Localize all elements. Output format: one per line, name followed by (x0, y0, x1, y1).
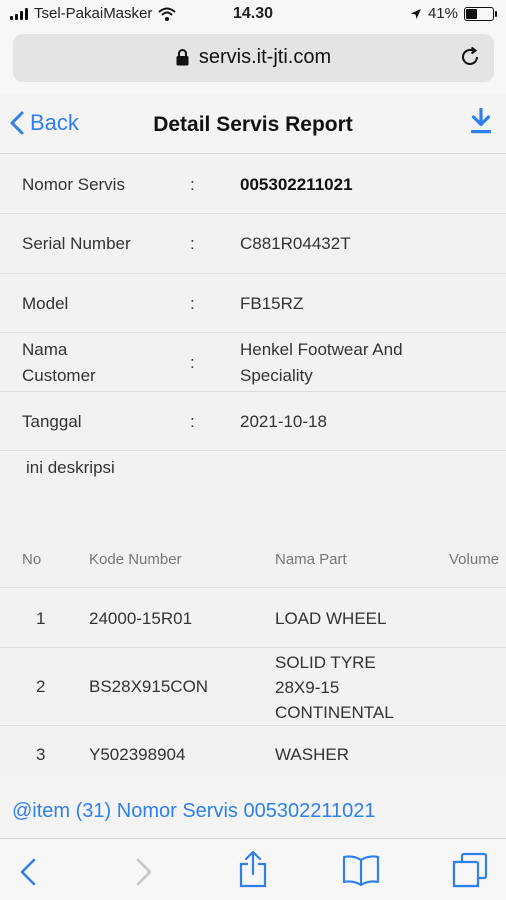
cell-no: 2 (36, 677, 46, 696)
detail-value: C881R04432T (240, 234, 351, 253)
battery-percent: 41% (427, 5, 458, 22)
detail-label: Tanggal (22, 412, 82, 431)
header-volume: Volume (449, 551, 500, 568)
location-arrow-icon (410, 8, 421, 19)
detail-row-serial-number: Serial Number : C881R04432T (0, 214, 506, 274)
forward-arrow-icon[interactable] (134, 858, 154, 886)
reload-icon[interactable] (458, 45, 482, 69)
header-kode-number: Kode Number (89, 551, 182, 568)
detail-colon: : (190, 294, 195, 313)
lock-icon (176, 49, 189, 66)
tabs-icon[interactable] (452, 852, 488, 888)
browser-address-area: servis.it-jti.com (0, 30, 506, 94)
detail-value: 005302211021 (240, 175, 353, 194)
detail-row-nama-customer: Nama Customer : Henkel Footwear And Spec… (0, 333, 506, 392)
detail-value: Henkel Footwear And Speciality (240, 340, 403, 385)
header-nama-part: Nama Part (275, 551, 347, 568)
detail-value: FB15RZ (240, 294, 304, 313)
item-link[interactable]: @item (31) Nomor Servis 005302211021 (12, 800, 375, 823)
detail-list: Nomor Servis : 005302211021 Serial Numbe… (0, 155, 506, 451)
battery-icon (464, 6, 497, 21)
cell-no: 1 (36, 609, 46, 628)
detail-label: Model (22, 294, 69, 313)
detail-colon: : (190, 353, 195, 372)
status-bar: Tsel-PakaiMasker 14.30 41% (0, 0, 506, 30)
cell-kode: Y502398904 (89, 745, 186, 764)
parts-table: No Kode Number Nama Part Volume 1 24000-… (0, 530, 506, 782)
url-bar[interactable]: servis.it-jti.com (13, 34, 494, 82)
download-icon[interactable] (470, 108, 492, 134)
nav-bar: Back Detail Servis Report (0, 94, 506, 154)
table-row: 2 BS28X915CON SOLID TYRE 28X9-15 CONTINE… (0, 648, 506, 726)
service-description: ini deskripsi (26, 458, 115, 477)
table-row: 1 24000-15R01 LOAD WHEEL (0, 588, 506, 648)
detail-value: 2021-10-18 (240, 412, 327, 431)
detail-label: Serial Number (22, 234, 131, 253)
back-arrow-icon[interactable] (18, 858, 38, 886)
cell-nama: WASHER (275, 745, 349, 764)
cell-nama: LOAD WHEEL (275, 609, 387, 628)
browser-toolbar (0, 840, 506, 900)
bookmarks-icon[interactable] (342, 854, 380, 886)
cell-kode: BS28X915CON (89, 677, 209, 696)
header-no: No (22, 551, 42, 568)
detail-row-nomor-servis: Nomor Servis : 005302211021 (0, 155, 506, 214)
detail-label: Nama Customer (22, 340, 96, 385)
detail-label: Nomor Servis (22, 175, 125, 194)
share-icon[interactable] (238, 850, 268, 888)
detail-colon: : (190, 412, 195, 431)
detail-colon: : (190, 234, 195, 253)
cell-kode: 24000-15R01 (89, 609, 193, 628)
table-row: 3 Y502398904 WASHER (0, 726, 506, 782)
url-text: servis.it-jti.com (198, 46, 332, 68)
detail-row-tanggal: Tanggal : 2021-10-18 (0, 392, 506, 451)
detail-row-model: Model : FB15RZ (0, 274, 506, 333)
cell-nama: SOLID TYRE 28X9-15 CONTINENTAL (275, 653, 394, 722)
cell-no: 3 (36, 745, 46, 764)
item-link-bar: @item (31) Nomor Servis 005302211021 (0, 783, 506, 839)
detail-colon: : (190, 175, 195, 194)
page-title: Detail Servis Report (153, 113, 353, 136)
table-header: No Kode Number Nama Part Volume (0, 530, 506, 588)
